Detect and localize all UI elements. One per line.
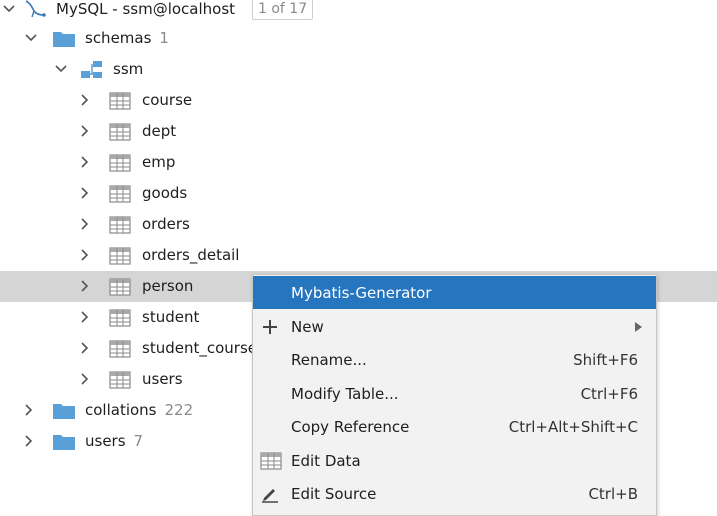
schema-icon xyxy=(81,61,102,78)
count-label: 7 xyxy=(133,432,144,450)
table-icon xyxy=(109,216,131,234)
table-icon xyxy=(109,340,131,358)
connection-row[interactable]: MySQL - ssm@localhost 1 of 17 xyxy=(0,0,717,25)
table-grid-icon xyxy=(260,452,282,470)
tree-item-table[interactable]: orders_detail xyxy=(0,240,717,271)
table-icon xyxy=(109,92,131,110)
tree-item-table[interactable]: emp xyxy=(0,147,717,178)
menu-item-new[interactable]: New xyxy=(253,310,656,343)
menu-item-label: Edit Source xyxy=(291,485,377,503)
table-icon xyxy=(109,247,131,265)
submenu-arrow-icon xyxy=(635,322,642,332)
table-icon xyxy=(109,185,131,203)
tree-item-label: collations xyxy=(85,401,157,419)
chevron-right-icon[interactable] xyxy=(78,93,92,107)
menu-shortcut: Ctrl+Alt+Shift+C xyxy=(508,418,638,436)
chevron-right-icon[interactable] xyxy=(78,155,92,169)
table-label: student_course xyxy=(142,339,257,357)
folder-icon xyxy=(53,32,75,47)
chevron-right-icon[interactable] xyxy=(78,217,92,231)
menu-item-label: Edit Data xyxy=(291,452,361,470)
table-label: orders xyxy=(142,215,190,233)
menu-item-label: Modify Table... xyxy=(291,385,399,403)
table-label: emp xyxy=(142,153,176,171)
chevron-right-icon[interactable] xyxy=(78,248,92,262)
menu-item-edit-data[interactable]: Edit Data xyxy=(253,444,656,477)
menu-shortcut: Ctrl+B xyxy=(588,485,638,503)
menu-shortcut: Ctrl+F6 xyxy=(580,385,638,403)
tree-item-schemas[interactable]: schemas 1 xyxy=(0,23,717,54)
table-label: goods xyxy=(142,184,188,202)
chevron-right-icon[interactable] xyxy=(78,310,92,324)
table-icon xyxy=(109,123,131,141)
tree-item-table[interactable]: course xyxy=(0,85,717,116)
mysql-dolphin-icon xyxy=(25,0,46,18)
menu-shortcut: Shift+F6 xyxy=(573,351,638,369)
tree-item-label: schemas xyxy=(85,29,152,47)
tree-item-table[interactable]: dept xyxy=(0,116,717,147)
chevron-right-icon[interactable] xyxy=(78,341,92,355)
chevron-right-icon[interactable] xyxy=(78,372,92,386)
chevron-right-icon[interactable] xyxy=(22,403,36,417)
tree-item-table[interactable]: goods xyxy=(0,178,717,209)
tree-item-table[interactable]: orders xyxy=(0,209,717,240)
table-icon xyxy=(109,309,131,327)
chevron-down-icon[interactable] xyxy=(2,2,16,16)
count-label: 222 xyxy=(164,401,194,419)
menu-item-edit-source[interactable]: Edit Source Ctrl+B xyxy=(253,477,656,510)
chevron-down-icon[interactable] xyxy=(24,31,38,45)
menu-item-rename[interactable]: Rename... Shift+F6 xyxy=(253,343,656,376)
chevron-down-icon[interactable] xyxy=(54,62,68,76)
table-label: dept xyxy=(142,122,177,140)
connection-badge: 1 of 17 xyxy=(252,0,314,20)
tree-item-ssm[interactable]: ssm xyxy=(0,54,717,85)
tree-item-label: ssm xyxy=(113,60,144,78)
folder-icon xyxy=(53,404,75,419)
table-label: users xyxy=(142,370,183,388)
pencil-icon xyxy=(262,489,278,503)
menu-item-label: New xyxy=(291,318,324,336)
table-icon xyxy=(109,278,131,296)
menu-item-label: Mybatis-Generator xyxy=(291,284,432,302)
table-label: student xyxy=(142,308,200,326)
table-icon xyxy=(109,154,131,172)
chevron-right-icon[interactable] xyxy=(78,124,92,138)
menu-item-label: Copy Reference xyxy=(291,418,410,436)
count-label: 1 xyxy=(159,29,169,47)
chevron-right-icon[interactable] xyxy=(78,186,92,200)
menu-item-modify-table[interactable]: Modify Table... Ctrl+F6 xyxy=(253,377,656,410)
menu-item-label: Rename... xyxy=(291,351,367,369)
connection-label: MySQL - ssm@localhost xyxy=(56,0,236,18)
chevron-right-icon[interactable] xyxy=(78,279,92,293)
table-icon xyxy=(109,371,131,389)
plus-icon xyxy=(263,320,277,334)
menu-item-copy-reference[interactable]: Copy Reference Ctrl+Alt+Shift+C xyxy=(253,410,656,443)
table-label: orders_detail xyxy=(142,246,240,264)
table-label: person xyxy=(142,277,194,295)
tree-item-label: users xyxy=(85,432,126,450)
context-menu: Mybatis-Generator New Rename... Shift+F6… xyxy=(252,274,657,516)
menu-item-mybatis-generator[interactable]: Mybatis-Generator xyxy=(253,276,656,309)
folder-icon xyxy=(53,435,75,450)
table-label: course xyxy=(142,91,193,109)
chevron-right-icon[interactable] xyxy=(22,434,36,448)
